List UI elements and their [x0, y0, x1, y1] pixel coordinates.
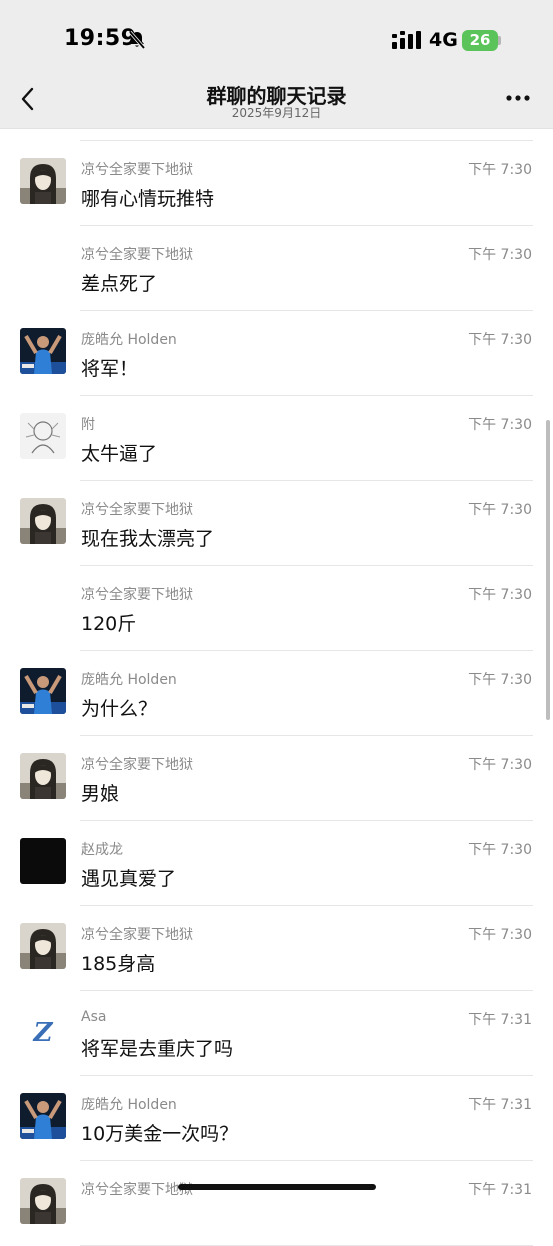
avatar-image: Z — [20, 1008, 66, 1054]
avatar-image — [20, 1093, 66, 1139]
message-row[interactable]: 庞皓允 Holden 下午 7:30 将军！ — [0, 311, 553, 396]
message-text: 185身高 — [81, 953, 156, 975]
message-sender: 凉兮全家要下地狱 — [81, 757, 193, 773]
avatar-image — [20, 838, 66, 884]
message-time: 下午 7:30 — [468, 842, 532, 858]
message-row[interactable]: 凉兮全家要下地狱 下午 7:30 现在我太漂亮了 — [0, 481, 553, 566]
message-text: 遇见真爱了 — [81, 868, 177, 890]
svg-text:Z: Z — [33, 1018, 54, 1048]
message-row[interactable]: 凉兮全家要下地狱 下午 7:30 男娘 — [0, 736, 553, 821]
message-sender: 凉兮全家要下地狱 — [81, 247, 193, 263]
avatar[interactable] — [20, 838, 66, 884]
message-text: 为什么？ — [81, 698, 158, 720]
message-time: 下午 7:30 — [468, 587, 532, 603]
message-sender: Asa — [81, 1009, 107, 1025]
avatar[interactable] — [20, 158, 66, 204]
battery-tip — [498, 36, 501, 45]
message-text: 差点死了 — [81, 273, 158, 295]
message-time: 下午 7:30 — [468, 332, 532, 348]
avatar[interactable] — [20, 498, 66, 544]
message-text: 10万美金一次吗？ — [81, 1123, 239, 1145]
message-time: 下午 7:30 — [468, 247, 532, 263]
message-sender: 庞皓允 Holden — [81, 332, 177, 348]
message-text: 现在我太漂亮了 — [81, 528, 215, 550]
message-text: 太牛逼了 — [81, 443, 158, 465]
message-time: 下午 7:30 — [468, 162, 532, 178]
status-time: 19:59 — [64, 26, 137, 51]
avatar[interactable] — [20, 668, 66, 714]
avatar[interactable] — [20, 1093, 66, 1139]
status-bar: 19:59 4G 26 — [0, 0, 553, 80]
message-row[interactable]: Z Asa 下午 7:31 将军是去重庆了吗 — [0, 991, 553, 1076]
message-row[interactable]: 庞皓允 Holden 下午 7:30 为什么？ — [0, 651, 553, 736]
battery-level: 26 — [469, 31, 491, 49]
message-text: 哪有心情玩推特 — [81, 188, 215, 210]
message-sender: 凉兮全家要下地狱 — [81, 587, 193, 603]
network-type: 4G — [429, 29, 458, 51]
avatar[interactable] — [20, 923, 66, 969]
message-time: 下午 7:30 — [468, 502, 532, 518]
message-text: 120斤 — [81, 613, 137, 635]
message-time: 下午 7:30 — [468, 672, 532, 688]
message-time: 下午 7:31 — [468, 1012, 532, 1028]
avatar-image — [20, 413, 66, 459]
avatar-image — [20, 498, 66, 544]
message-sender: 庞皓允 Holden — [81, 672, 177, 688]
avatar-image — [20, 753, 66, 799]
message-sender: 凉兮全家要下地狱 — [81, 1182, 193, 1198]
avatar[interactable]: Z — [20, 1008, 66, 1054]
message-sender: 赵成龙 — [81, 842, 123, 858]
message-row[interactable]: 庞皓允 Holden 下午 7:31 10万美金一次吗？ — [0, 1076, 553, 1161]
message-row[interactable]: 凉兮全家要下地狱 下午 7:30 185身高 — [0, 906, 553, 991]
page-subtitle-date: 2025年9月12日 — [231, 106, 322, 120]
message-row[interactable]: 附 下午 7:30 太牛逼了 — [0, 396, 553, 481]
message-text: 将军是去重庆了吗 — [81, 1038, 234, 1060]
avatar-image — [20, 1178, 66, 1224]
nav-bar: 群聊的聊天记录 2025年9月12日 — [0, 80, 553, 129]
home-indicator[interactable] — [178, 1184, 376, 1190]
scrollbar[interactable] — [546, 420, 550, 720]
message-row[interactable]: 凉兮全家要下地狱 下午 7:30 哪有心情玩推特 — [0, 141, 553, 226]
message-sender: 凉兮全家要下地狱 — [81, 162, 193, 178]
message-time: 下午 7:30 — [468, 927, 532, 943]
message-row[interactable]: 赵成龙 下午 7:30 遇见真爱了 — [0, 821, 553, 906]
avatar[interactable] — [20, 1178, 66, 1224]
avatar-image — [20, 923, 66, 969]
avatar-image — [20, 668, 66, 714]
message-time: 下午 7:30 — [468, 757, 532, 773]
message-list[interactable]: 凉兮全家要下地狱 下午 7:30 哪有心情玩推特 凉兮全家要下地狱 下午 7:3… — [0, 141, 553, 1246]
message-row[interactable]: 凉兮全家要下地狱 下午 7:30 120斤 — [0, 566, 553, 651]
message-text: 男娘 — [81, 783, 120, 805]
signal-bars-icon — [392, 31, 421, 49]
more-dots-icon[interactable] — [503, 86, 533, 110]
message-row[interactable]: 凉兮全家要下地狱 下午 7:31 — [0, 1161, 553, 1246]
message-time: 下午 7:31 — [468, 1182, 532, 1198]
message-sender: 附 — [81, 417, 95, 433]
message-time: 下午 7:31 — [468, 1097, 532, 1113]
message-row[interactable]: 凉兮全家要下地狱 下午 7:30 差点死了 — [0, 226, 553, 311]
message-time: 下午 7:30 — [468, 417, 532, 433]
avatar[interactable] — [20, 328, 66, 374]
message-sender: 庞皓允 Holden — [81, 1097, 177, 1113]
bell-slash-icon — [128, 30, 146, 50]
message-sender: 凉兮全家要下地狱 — [81, 927, 193, 943]
battery-charging-icon: 26 — [462, 30, 498, 51]
avatar[interactable] — [20, 753, 66, 799]
avatar-image — [20, 158, 66, 204]
message-sender: 凉兮全家要下地狱 — [81, 502, 193, 518]
avatar[interactable] — [20, 413, 66, 459]
avatar-image — [20, 328, 66, 374]
message-text: 将军！ — [81, 358, 139, 380]
